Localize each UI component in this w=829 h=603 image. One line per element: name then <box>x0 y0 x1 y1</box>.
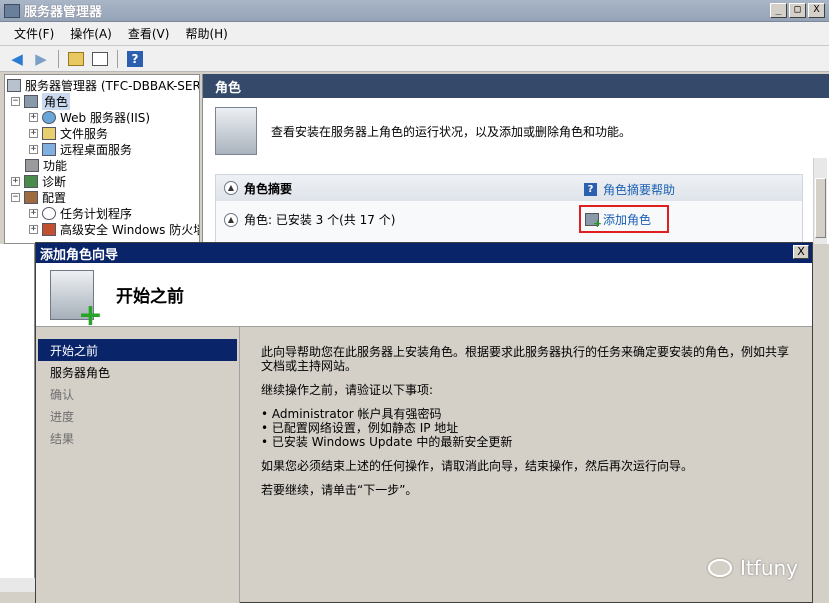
expand-toggle[interactable]: + <box>29 208 38 218</box>
add-server-role-icon <box>50 269 103 333</box>
tree-item-file-services[interactable]: + 文件服务 <box>29 125 108 141</box>
roles-installed-count: 角色: 已安装 3 个(共 17 个) <box>244 213 396 227</box>
wizard-heading: 开始之前 <box>116 287 184 307</box>
collapse-toggle[interactable]: − <box>11 96 20 106</box>
prerequisite-item: • 已安装 Windows Update 中的最新安全更新 <box>261 435 513 449</box>
add-role-icon <box>585 212 602 230</box>
scrollbar-thumb[interactable] <box>815 178 826 238</box>
forward-arrow-icon[interactable]: ▶ <box>30 49 52 69</box>
firewall-icon <box>42 222 56 236</box>
tree-item-roles[interactable]: − 角色 <box>11 92 71 110</box>
tree-horizontal-scrollbar[interactable] <box>0 578 35 592</box>
expand-toggle[interactable]: + <box>29 112 38 122</box>
menu-bar: 文件(F) 操作(A) 查看(V) 帮助(H) <box>0 22 829 46</box>
tree-item-diagnostics[interactable]: + 诊断 <box>11 173 66 189</box>
tree-pane-remainder <box>0 244 35 578</box>
wizard-close-button[interactable]: X <box>793 245 809 259</box>
wizard-title-bar: 添加角色向导 X <box>36 243 812 263</box>
summary-help-link[interactable]: ? 角色摘要帮助 <box>584 181 675 198</box>
chevron-up-icon[interactable]: ▲ <box>224 212 238 227</box>
up-folder-button[interactable] <box>65 49 87 69</box>
toolbar-separator <box>117 49 118 68</box>
show-hide-tree-button[interactable] <box>89 49 111 69</box>
tree-item-task-scheduler[interactable]: + 任务计划程序 <box>29 205 132 221</box>
up-folder-icon <box>68 51 84 66</box>
folder-icon <box>42 126 56 140</box>
wizard-header: 开始之前 <box>36 263 812 333</box>
summary-header: ▲ 角色摘要 ? 角色摘要帮助 <box>216 175 802 201</box>
tree-item-web-server[interactable]: + Web 服务器(IIS) <box>29 109 150 125</box>
roles-pane: 角色 查看安装在服务器上角色的运行状况，以及添加或删除角色和功能。 ▲ 角色摘要… <box>202 74 829 244</box>
toolbar-separator <box>58 49 59 68</box>
wechat-icon <box>708 559 733 577</box>
roles-summary-section: ▲ 角色摘要 ? 角色摘要帮助 ▲ 角色: 已安装 3 个(共 17 个) 添加… <box>215 174 803 244</box>
close-button[interactable]: X <box>808 3 825 18</box>
menu-action[interactable]: 操作(A) <box>62 25 120 42</box>
show-hide-tree-icon <box>92 51 108 66</box>
chevron-up-icon[interactable]: ▲ <box>224 181 238 195</box>
tree-item-server-manager[interactable]: 服务器管理器 (TFC-DBBAK-SERV <box>7 77 199 93</box>
expand-toggle[interactable]: + <box>29 128 38 138</box>
features-icon <box>25 158 39 172</box>
server-roles-icon <box>215 107 257 155</box>
step-before-you-begin[interactable]: 开始之前 <box>38 339 237 361</box>
collapse-toggle[interactable]: − <box>11 192 20 202</box>
back-arrow-icon[interactable]: ◀ <box>6 49 28 69</box>
add-roles-link[interactable]: 添加角色 <box>579 205 669 233</box>
server-manager-icon <box>4 3 20 18</box>
globe-icon <box>42 110 56 124</box>
step-server-roles[interactable]: 服务器角色 <box>36 361 239 383</box>
main-title-bar: 服务器管理器 _ □ X <box>0 0 829 22</box>
content-continue-note: 若要继续，请单击“下一步”。 <box>261 483 418 497</box>
content-intro: 此向导帮助您在此服务器上安装角色。根据要求此服务器执行的任务来确定要安装的角色，… <box>261 345 790 373</box>
maximize-button[interactable]: □ <box>789 3 806 18</box>
prerequisite-item: • Administrator 帐户具有强密码 <box>261 407 442 421</box>
tree-item-firewall[interactable]: + 高级安全 Windows 防火墙 <box>29 221 199 237</box>
menu-view[interactable]: 查看(V) <box>120 25 178 42</box>
help-icon: ? <box>584 183 597 196</box>
tree-item-remote-desktop[interactable]: + 远程桌面服务 <box>29 141 132 157</box>
console-tree[interactable]: 服务器管理器 (TFC-DBBAK-SERV − 角色 + Web 服务器(II… <box>4 74 200 244</box>
window-controls: _ □ X <box>770 3 825 18</box>
help-icon: ? <box>127 50 143 67</box>
intro-text: 查看安装在服务器上角色的运行状况，以及添加或删除角色和功能。 <box>271 124 632 139</box>
expand-toggle[interactable]: + <box>29 144 38 154</box>
pane-title: 角色 <box>203 74 829 98</box>
wizard-title: 添加角色向导 <box>40 247 119 263</box>
menu-help[interactable]: 帮助(H) <box>177 25 235 42</box>
wizard-steps: 开始之前 服务器角色 确认 进度 结果 <box>36 327 240 603</box>
minimize-button[interactable]: _ <box>770 3 787 18</box>
tree-item-configuration[interactable]: − 配置 <box>11 189 66 205</box>
remote-desktop-icon <box>42 142 56 156</box>
roles-installed-line: ▲ 角色: 已安装 3 个(共 17 个) <box>224 211 395 228</box>
tree-item-features[interactable]: 功能 <box>25 157 67 173</box>
summary-title: 角色摘要 <box>244 181 293 196</box>
server-icon <box>7 78 21 92</box>
step-progress: 进度 <box>50 409 75 424</box>
expand-toggle[interactable]: + <box>29 224 38 234</box>
add-roles-wizard-dialog: 添加角色向导 X 开始之前 开始之前 服务器角色 确认 进度 结果 此向导帮助您… <box>35 242 813 603</box>
expand-toggle[interactable]: + <box>11 176 20 186</box>
content-verify: 继续操作之前，请验证以下事项: <box>261 383 434 397</box>
prerequisite-item: • 已配置网络设置，例如静态 IP 地址 <box>261 421 459 435</box>
watermark: Itfuny <box>708 556 798 580</box>
configuration-icon <box>24 190 38 204</box>
diagnostics-icon <box>24 174 38 188</box>
window-title: 服务器管理器 <box>24 5 103 20</box>
content-cancel-note: 如果您必须结束上述的任何操作，请取消此向导，结束操作，然后再次运行向导。 <box>261 459 694 473</box>
step-confirmation: 确认 <box>50 387 75 402</box>
roles-intro: 查看安装在服务器上角色的运行状况，以及添加或删除角色和功能。 <box>215 102 815 160</box>
step-results: 结果 <box>50 431 75 446</box>
menu-file[interactable]: 文件(F) <box>6 25 62 42</box>
right-pane-scrollbar[interactable] <box>813 158 827 244</box>
prerequisite-list: • Administrator 帐户具有强密码 • 已配置网络设置，例如静态 I… <box>261 407 792 449</box>
clock-icon <box>42 206 56 220</box>
help-button[interactable]: ? <box>124 49 146 69</box>
toolbar: ◀ ▶ ? <box>0 46 829 72</box>
roles-icon <box>24 94 38 108</box>
